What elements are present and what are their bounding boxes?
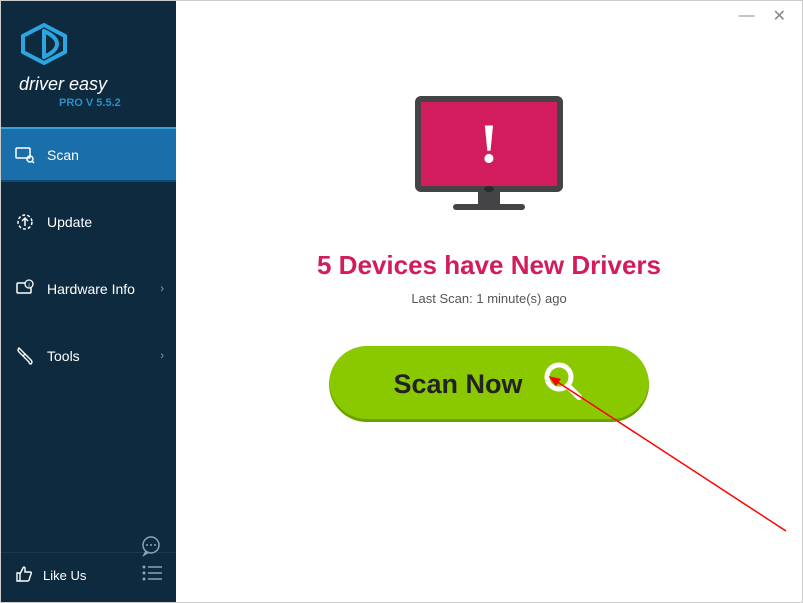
sidebar-footer: Like Us <box>1 552 176 602</box>
brand-version: PRO V 5.5.2 <box>59 97 166 109</box>
sidebar-item-label: Hardware Info <box>47 281 135 297</box>
minimize-button[interactable]: — <box>739 7 755 25</box>
app-window: — ✕ driver easy PRO V 5.5.2 Scan <box>0 0 803 603</box>
sidebar-item-update[interactable]: Update <box>1 194 176 249</box>
sidebar-nav: Scan Update i Hardware Info › Tools <box>1 127 176 395</box>
update-icon <box>15 212 35 232</box>
scan-now-button[interactable]: Scan Now <box>329 346 649 422</box>
main-content: ! 5 Devices have New Drivers Last Scan: … <box>176 1 802 602</box>
scan-icon <box>15 145 35 165</box>
sidebar-item-label: Update <box>47 214 92 230</box>
feedback-icon[interactable] <box>140 535 162 562</box>
svg-text:i: i <box>28 283 29 289</box>
sidebar-item-label: Scan <box>47 147 79 163</box>
tools-icon <box>15 346 35 366</box>
chevron-right-icon: › <box>160 283 164 295</box>
thumbs-up-icon <box>15 565 33 586</box>
scan-now-label: Scan Now <box>393 369 522 400</box>
app-logo-icon <box>19 23 69 65</box>
sidebar: driver easy PRO V 5.5.2 Scan Update i <box>1 1 176 602</box>
sidebar-item-scan[interactable]: Scan <box>1 127 176 182</box>
logo-block: driver easy PRO V 5.5.2 <box>1 1 176 121</box>
like-us-button[interactable]: Like Us <box>15 565 162 586</box>
window-controls: — ✕ <box>739 1 802 31</box>
menu-list-icon[interactable] <box>142 565 162 586</box>
chevron-right-icon: › <box>160 350 164 362</box>
sidebar-item-label: Tools <box>47 348 80 364</box>
last-scan-text: Last Scan: 1 minute(s) ago <box>411 291 566 306</box>
hardware-info-icon: i <box>15 279 35 299</box>
magnifier-icon <box>541 359 585 410</box>
monitor-illustration: ! <box>415 96 563 224</box>
sidebar-item-hardware-info[interactable]: i Hardware Info › <box>1 261 176 316</box>
headline: 5 Devices have New Drivers <box>317 250 661 281</box>
brand-title: driver easy <box>19 74 166 95</box>
monitor-screen: ! <box>415 96 563 192</box>
sidebar-item-tools[interactable]: Tools › <box>1 328 176 383</box>
like-us-label: Like Us <box>43 568 86 583</box>
exclamation-icon: ! <box>480 112 499 176</box>
close-button[interactable]: ✕ <box>773 6 786 26</box>
